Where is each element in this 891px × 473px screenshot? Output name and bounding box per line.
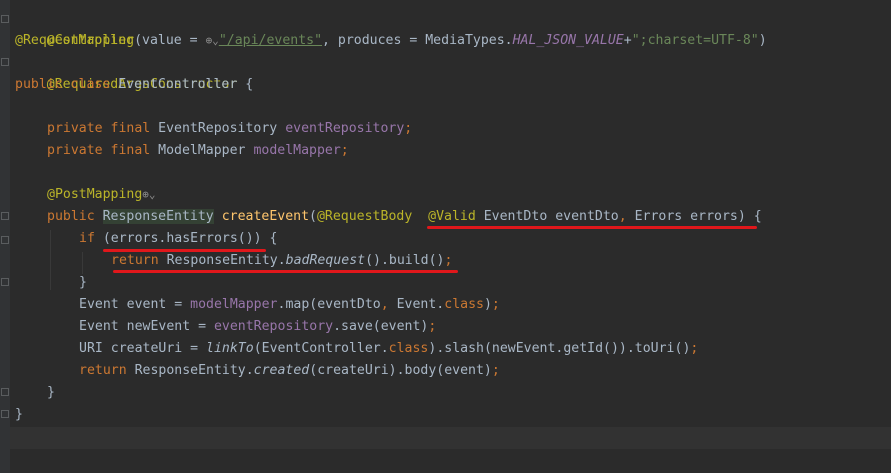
code-line-19: } bbox=[15, 404, 23, 426]
code-line-17: return ResponseEntity.created(createUri)… bbox=[79, 360, 500, 382]
closing-brace: } bbox=[79, 275, 87, 290]
keyword: if bbox=[79, 231, 103, 246]
field-name: modelMapper bbox=[190, 297, 278, 312]
indent-guide bbox=[82, 252, 83, 274]
red-underline-annotation bbox=[103, 249, 266, 252]
string-literal: ";charset=UTF-8" bbox=[631, 33, 759, 48]
code-text: ).slash(newEvent.getId()).toUri() bbox=[428, 341, 691, 356]
keyword: public class bbox=[15, 77, 119, 92]
fold-marker[interactable] bbox=[1, 388, 9, 396]
code-line-2: @RequestMapping(value = ⊕⌄"/api/events",… bbox=[15, 30, 767, 52]
code-line-9: @PostMapping⊕⌄ bbox=[47, 184, 156, 206]
code-text: + bbox=[623, 33, 632, 48]
code-line-3: @RequiredArgsConstructor bbox=[15, 52, 238, 92]
code-text: Errors errors) { bbox=[634, 209, 762, 224]
comma: , bbox=[380, 297, 397, 312]
method-call: created bbox=[253, 363, 310, 378]
code-text: .map(eventDto bbox=[277, 297, 381, 312]
code-text: ResponseEntity. bbox=[134, 363, 254, 378]
type-name: EventRepository bbox=[158, 121, 286, 136]
globe-icon[interactable]: ⊕⌄ bbox=[206, 30, 219, 52]
code-line-6: private final EventRepository eventRepos… bbox=[47, 118, 412, 140]
code-line-1: @Controller bbox=[15, 8, 134, 48]
code-text: URI createUri = bbox=[79, 341, 207, 356]
code-line-7: private final ModelMapper modelMapper; bbox=[47, 140, 349, 162]
code-text: Event. bbox=[396, 297, 445, 312]
fold-marker[interactable] bbox=[1, 236, 9, 244]
type-name-highlighted: ResponseEntity bbox=[102, 209, 214, 224]
code-line-16: URI createUri = linkTo(EventController.c… bbox=[79, 338, 698, 360]
code-line-13: } bbox=[79, 272, 87, 294]
fold-marker[interactable] bbox=[1, 15, 9, 23]
annotation: @RequestBody bbox=[316, 209, 413, 224]
annotation: @Valid bbox=[428, 209, 476, 224]
code-line-12: return ResponseEntity.badRequest().build… bbox=[111, 250, 452, 272]
method-call: badRequest bbox=[285, 253, 366, 268]
annotation: @RequestMapping bbox=[15, 33, 135, 48]
keyword: private final bbox=[47, 121, 159, 136]
code-line-11: if (errors.hasErrors()) { bbox=[79, 228, 278, 250]
code-line-18: } bbox=[47, 382, 55, 404]
string-literal: "/api/events" bbox=[218, 33, 323, 48]
code-text: EventDto eventDto bbox=[475, 209, 619, 224]
code-text: (EventController. bbox=[253, 341, 389, 356]
keyword: class bbox=[444, 297, 484, 312]
code-text: (createUri).body(event) bbox=[309, 363, 492, 378]
field-name: eventRepository bbox=[285, 121, 405, 136]
red-underline-annotation bbox=[113, 270, 458, 273]
code-text: ( bbox=[309, 209, 317, 224]
red-underline-annotation bbox=[427, 226, 757, 229]
keyword: return bbox=[111, 253, 167, 268]
keyword: public bbox=[47, 209, 103, 224]
field-name: modelMapper bbox=[253, 143, 341, 158]
type-name: ModelMapper bbox=[158, 143, 254, 158]
code-text: EventController { bbox=[118, 77, 254, 92]
code-text: ) bbox=[758, 33, 767, 48]
globe-icon[interactable]: ⊕⌄ bbox=[142, 184, 155, 206]
constant: HAL_JSON_VALUE bbox=[512, 33, 624, 48]
code-text: Event newEvent = bbox=[79, 319, 214, 334]
code-text: (errors.hasErrors()) { bbox=[102, 231, 278, 246]
keyword: class bbox=[388, 341, 429, 356]
keyword: return bbox=[79, 363, 135, 378]
fold-marker[interactable] bbox=[1, 410, 9, 418]
code-line-10: public ResponseEntity createEvent(@Reque… bbox=[47, 206, 762, 228]
method-call: linkTo bbox=[206, 341, 254, 356]
method-name: createEvent bbox=[221, 209, 310, 224]
code-line-4: public class EventController { bbox=[15, 74, 253, 96]
fold-marker[interactable] bbox=[1, 278, 9, 286]
semicolon: ; bbox=[491, 363, 500, 378]
keyword: private final bbox=[47, 143, 159, 158]
current-line-highlight bbox=[10, 427, 891, 449]
semicolon: ; bbox=[404, 121, 413, 136]
comma: , bbox=[618, 209, 635, 224]
code-line-14: Event event = modelMapper.map(eventDto, … bbox=[79, 294, 500, 316]
code-line-15: Event newEvent = eventRepository.save(ev… bbox=[79, 316, 436, 338]
semicolon: ; bbox=[428, 319, 437, 334]
code-text: .save(event) bbox=[333, 319, 429, 334]
closing-brace: } bbox=[47, 385, 55, 400]
code-text: ResponseEntity. bbox=[166, 253, 286, 268]
code-text: , produces = MediaTypes. bbox=[322, 33, 513, 48]
annotation: @PostMapping bbox=[47, 187, 143, 202]
code-text: ().build() bbox=[365, 253, 445, 268]
code-text: (value = bbox=[134, 33, 206, 48]
semicolon: ; bbox=[491, 297, 500, 312]
closing-brace: } bbox=[15, 407, 23, 422]
code-text: ) bbox=[483, 297, 492, 312]
field-name: eventRepository bbox=[213, 319, 334, 334]
code-text: Event event = bbox=[79, 297, 191, 312]
semicolon: ; bbox=[340, 143, 349, 158]
code-editor[interactable]: @Controller @RequestMapping(value = ⊕⌄"/… bbox=[0, 0, 891, 473]
indent-guide bbox=[50, 230, 51, 290]
fold-marker[interactable] bbox=[1, 58, 9, 66]
semicolon: ; bbox=[444, 253, 453, 268]
semicolon: ; bbox=[690, 341, 699, 356]
fold-marker[interactable] bbox=[1, 212, 9, 220]
